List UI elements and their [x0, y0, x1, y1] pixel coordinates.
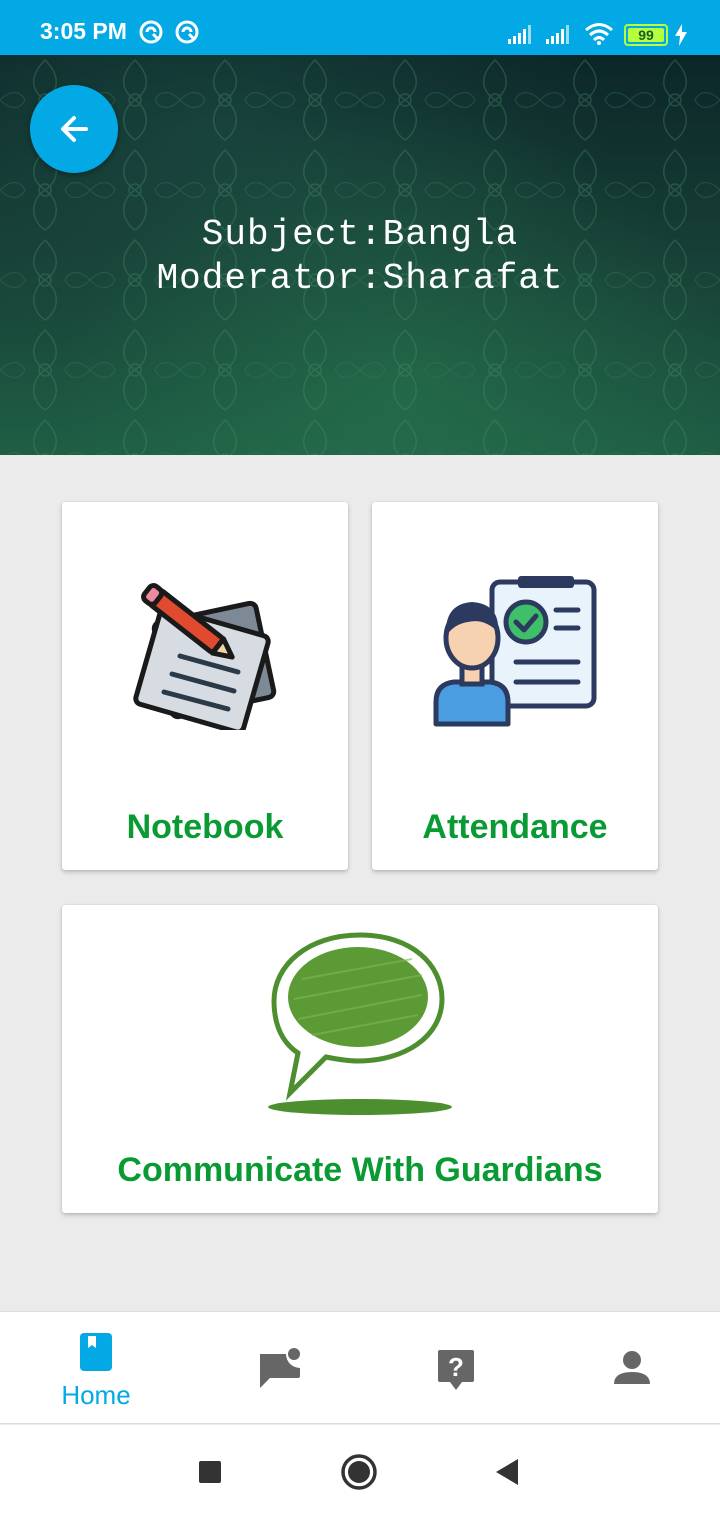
moderator-text: Moderator:Sharafat — [156, 258, 564, 299]
wifi-icon — [584, 22, 614, 51]
status-time: 3:05 PM — [40, 18, 127, 44]
svg-text:?: ? — [448, 1352, 464, 1382]
recents-icon[interactable] — [198, 1460, 222, 1484]
signal-icon — [546, 24, 574, 49]
class-header: Subject:Bangla Moderator:Sharafat — [0, 55, 720, 455]
status-bar: 3:05 PM 99 — [0, 0, 720, 55]
sync-icon — [175, 20, 199, 49]
attendance-label: Attendance — [422, 808, 608, 846]
arrow-left-icon — [61, 116, 88, 142]
bottom-navigation: Home ? — [0, 1311, 720, 1424]
home-icon[interactable] — [340, 1453, 378, 1491]
person-icon — [614, 1351, 650, 1384]
system-navigation — [0, 1425, 720, 1520]
charging-icon — [674, 24, 688, 51]
notebook-card[interactable]: Notebook — [62, 502, 348, 870]
chat-notification-icon — [260, 1348, 300, 1388]
header-info: Subject:Bangla Moderator:Sharafat — [0, 213, 720, 301]
communicate-card[interactable]: Communicate With Guardians — [62, 905, 658, 1213]
subject-text: Subject:Bangla — [201, 214, 519, 255]
attendance-card[interactable]: Attendance — [372, 502, 658, 870]
back-icon[interactable] — [494, 1457, 520, 1487]
battery-level: 99 — [638, 27, 654, 43]
book-icon — [80, 1333, 112, 1371]
back-button[interactable] — [30, 85, 118, 173]
nav-help[interactable]: ? — [366, 1312, 546, 1425]
nav-home-label: Home — [61, 1380, 131, 1410]
battery-icon: 99 — [624, 24, 668, 46]
signal-icon — [508, 24, 536, 49]
communicate-label: Communicate With Guardians — [117, 1151, 603, 1189]
nav-messages[interactable] — [190, 1312, 370, 1425]
nav-profile[interactable] — [542, 1312, 720, 1425]
sync-icon — [139, 20, 163, 49]
notebook-pencil-icon — [133, 583, 277, 730]
notebook-label: Notebook — [126, 808, 284, 846]
attendance-clipboard-icon — [433, 576, 597, 727]
help-icon: ? — [438, 1350, 474, 1390]
speech-bubble-icon — [268, 932, 452, 1115]
nav-home[interactable]: Home — [6, 1312, 186, 1425]
